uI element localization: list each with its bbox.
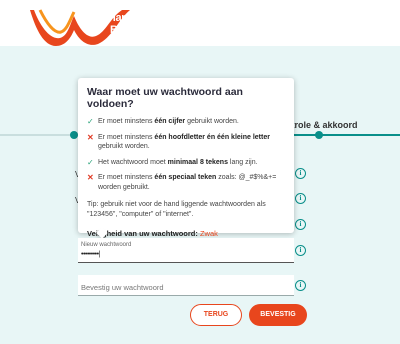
requirement-item: ✕ Er moet minstens één hoofdletter én éé… xyxy=(87,133,286,152)
strength-value: Zwak xyxy=(199,229,218,238)
new-password-value[interactable]: •••••••••| xyxy=(81,251,100,258)
requirement-item: ✓ Er moet minstens één cijfer gebruikt w… xyxy=(87,117,286,127)
cross-icon: ✕ xyxy=(87,173,94,182)
popup-title: Waar moet uw wachtwoord aan voldoen? xyxy=(87,86,243,110)
progress-track-left xyxy=(0,134,78,136)
brand-name-line2: Bank xyxy=(110,24,137,36)
progress-step-current-dot xyxy=(315,131,323,139)
requirement-text: Het wachtwoord moet minimaal 8 tekens la… xyxy=(98,158,258,166)
info-icon[interactable]: i xyxy=(295,168,306,179)
back-button[interactable]: TERUG xyxy=(190,304,242,326)
progress-step-label: ntrole & akkoord xyxy=(286,120,358,130)
brand-logo: LeasePlan Bank xyxy=(30,6,150,46)
password-requirements-popup: Waar moet uw wachtwoord aan voldoen? ✓ E… xyxy=(78,78,294,238)
confirm-password-placeholder: Bevestig uw wachtwoord xyxy=(81,283,164,292)
confirm-password-field[interactable]: Bevestig uw wachtwoord xyxy=(78,275,294,296)
requirement-item: ✓ Het wachtwoord moet minimaal 8 tekens … xyxy=(87,158,286,168)
progress-step-dot xyxy=(70,131,78,139)
requirement-text: Er moet minstens één cijfer gebruikt wor… xyxy=(98,118,239,125)
requirement-text: Er moet minstens één speciaal teken zoal… xyxy=(98,174,277,191)
info-icon[interactable]: i xyxy=(295,193,306,204)
info-icon[interactable]: i xyxy=(295,245,306,256)
requirement-item: ✕ Er moet minstens één speciaal teken zo… xyxy=(87,173,286,192)
progress-track xyxy=(288,134,400,136)
check-icon: ✓ xyxy=(87,157,94,167)
requirement-text: Er moet minstens één hoofdletter én één … xyxy=(98,133,270,151)
info-icon[interactable]: i xyxy=(295,280,306,291)
password-tip: Tip: gebruik niet voor de hand liggende … xyxy=(87,201,266,218)
brand-name-line1: LeasePlan xyxy=(76,12,128,24)
cross-icon: ✕ xyxy=(87,132,94,142)
new-password-field[interactable]: Nieuw wachtwoord •••••••••| xyxy=(78,238,294,263)
new-password-label: Nieuw wachtwoord xyxy=(81,242,132,248)
password-strength: Veiligheid van uw wachtwoord: Zwak xyxy=(87,229,286,238)
confirm-button[interactable]: BEVESTIG xyxy=(249,304,307,326)
info-icon[interactable]: i xyxy=(295,219,306,230)
check-icon: ✓ xyxy=(87,117,94,126)
